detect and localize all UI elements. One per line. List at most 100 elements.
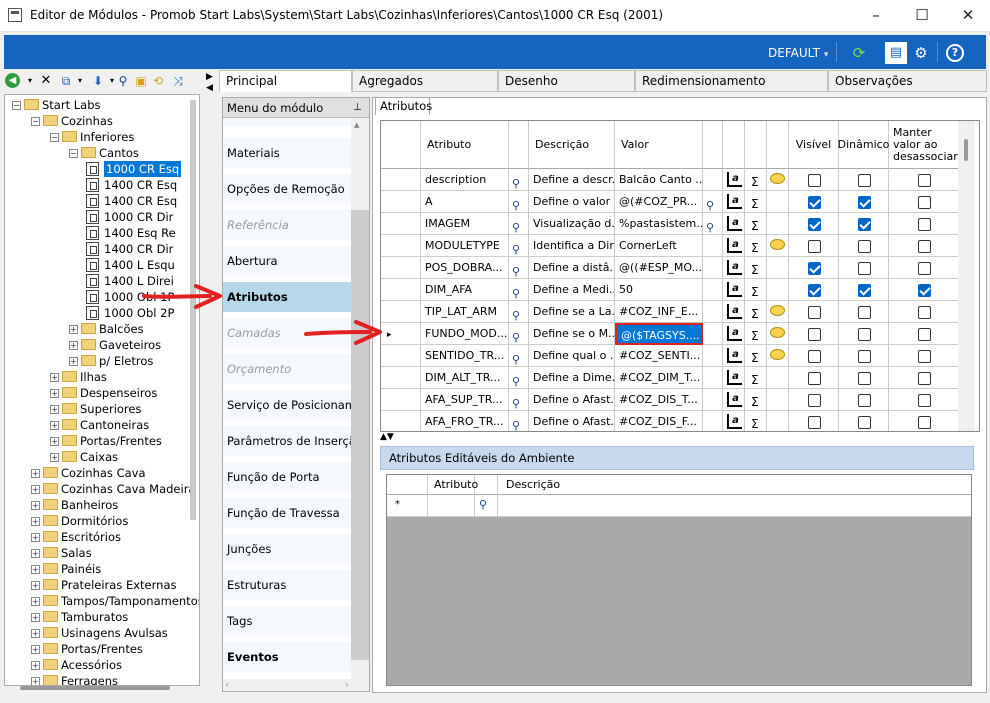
col-dinamico[interactable]: Dinâmico bbox=[838, 121, 889, 169]
attribute-name-cell[interactable]: A bbox=[421, 191, 509, 213]
visible-cell[interactable] bbox=[789, 235, 839, 257]
folder-refresh-icon[interactable]: ⟲ bbox=[150, 73, 166, 89]
binoculars-icon[interactable]: ⚲ bbox=[706, 195, 714, 213]
refresh-icon[interactable]: ⟳ bbox=[849, 43, 869, 63]
attribute-row[interactable]: AFA_SUP_TR... ⚲ Define o Afast... #COZ_DIS_… bbox=[381, 389, 961, 411]
dynamic-checkbox[interactable] bbox=[857, 394, 871, 407]
visible-checkbox[interactable] bbox=[807, 284, 821, 297]
sum-cell[interactable]: Σ bbox=[745, 389, 767, 411]
visible-cell[interactable] bbox=[789, 345, 839, 367]
tab-principal[interactable]: Principal bbox=[219, 70, 352, 92]
attribute-value-cell[interactable]: #COZ_DIM_T... bbox=[615, 367, 703, 389]
visible-cell[interactable] bbox=[789, 301, 839, 323]
visible-checkbox[interactable] bbox=[807, 240, 821, 253]
keep-value-checkbox[interactable] bbox=[917, 284, 931, 297]
sum-cell[interactable]: Σ bbox=[745, 279, 767, 301]
binoculars-icon[interactable]: ⚲ bbox=[512, 195, 520, 213]
panel-arrow-icon[interactable]: ▶ bbox=[206, 72, 213, 82]
formula-cell[interactable]: a bbox=[723, 213, 745, 235]
attribute-value-cell[interactable]: 50 bbox=[615, 279, 703, 301]
formula-icon[interactable]: a bbox=[727, 392, 742, 407]
visible-cell[interactable] bbox=[789, 323, 839, 345]
formula-cell[interactable]: a bbox=[723, 345, 745, 367]
row-header[interactable] bbox=[381, 345, 421, 367]
dynamic-checkbox[interactable] bbox=[857, 416, 871, 429]
visible-checkbox[interactable] bbox=[807, 372, 821, 385]
expand-icon[interactable]: + bbox=[31, 645, 40, 654]
expand-icon[interactable]: + bbox=[31, 581, 40, 590]
attribute-row[interactable]: POS_DOBRA... ⚲ Define a distâ... @((#ESP_MO… bbox=[381, 257, 961, 279]
menu-scrollbar[interactable]: ▲ bbox=[351, 118, 369, 691]
formula-icon[interactable]: a bbox=[727, 216, 742, 231]
menu-item-parametros-de-insercao[interactable]: Parâmetros de Inserção bbox=[223, 426, 351, 456]
value-search-cell[interactable] bbox=[703, 235, 723, 257]
dropdown-arrow-icon[interactable]: ▾ bbox=[22, 73, 38, 89]
keep-value-cell[interactable] bbox=[889, 213, 959, 235]
visible-cell[interactable] bbox=[789, 257, 839, 279]
col-manter[interactable]: Manter valor ao desassociar bbox=[889, 121, 959, 169]
note-cell[interactable] bbox=[767, 235, 789, 257]
attribute-value-cell[interactable]: #COZ_SENTI... bbox=[615, 345, 703, 367]
attribute-row[interactable]: AFA_FRO_TR... ⚲ Define o Afast... #COZ_DIS_… bbox=[381, 411, 961, 431]
env-new-row[interactable]: * ⚲ bbox=[387, 495, 971, 517]
dynamic-checkbox[interactable] bbox=[857, 240, 871, 253]
keep-value-checkbox[interactable] bbox=[917, 306, 931, 319]
dynamic-cell[interactable] bbox=[839, 323, 889, 345]
expand-icon[interactable]: + bbox=[31, 597, 40, 606]
formula-cell[interactable]: a bbox=[723, 411, 745, 431]
attribute-row[interactable]: A⚲Define o valor ...@(#COZ_PR...⚲aΣ bbox=[381, 191, 961, 213]
attribute-value-cell[interactable]: #COZ_DIS_T... bbox=[615, 389, 703, 411]
menu-item-estruturas[interactable]: Estruturas bbox=[223, 570, 351, 600]
attribute-description-cell[interactable]: Define se a La... bbox=[529, 301, 615, 323]
dynamic-cell[interactable] bbox=[839, 389, 889, 411]
dynamic-cell[interactable] bbox=[839, 257, 889, 279]
attribute-description-cell[interactable]: Define o Afast... bbox=[529, 389, 615, 411]
value-search-cell[interactable]: ⚲ bbox=[703, 191, 723, 213]
menu-item-atributos[interactable]: Atributos bbox=[223, 282, 351, 312]
expand-icon[interactable]: + bbox=[50, 437, 59, 446]
attribute-name-cell[interactable]: DIM_ALT_TR... bbox=[421, 367, 509, 389]
sigma-icon[interactable]: Σ bbox=[751, 326, 759, 345]
value-search-cell[interactable] bbox=[703, 169, 723, 191]
settings-gear-icon[interactable]: ⚙ bbox=[911, 43, 931, 63]
back-icon[interactable]: ◀ bbox=[5, 73, 20, 88]
dynamic-checkbox[interactable] bbox=[857, 284, 871, 297]
visible-cell[interactable] bbox=[789, 213, 839, 235]
attribute-row[interactable]: MODULETYPE ⚲ Identifica a Dir... CornerLeft… bbox=[381, 235, 961, 257]
note-cell[interactable] bbox=[767, 389, 789, 411]
tab-agregados[interactable]: Agregados bbox=[352, 70, 498, 92]
visible-checkbox[interactable] bbox=[807, 394, 821, 407]
sigma-icon[interactable]: Σ bbox=[751, 348, 759, 367]
env-col-atributo[interactable]: Atributo bbox=[427, 475, 478, 495]
keep-value-cell[interactable] bbox=[889, 257, 959, 279]
panel-arrow-icon[interactable]: ◀ bbox=[206, 83, 213, 93]
collapse-icon[interactable]: − bbox=[12, 101, 21, 110]
attribute-search-cell[interactable]: ⚲ bbox=[509, 367, 529, 389]
visible-cell[interactable] bbox=[789, 389, 839, 411]
keep-value-checkbox[interactable] bbox=[917, 174, 931, 187]
attribute-value-cell[interactable]: Balcão Canto ... bbox=[615, 169, 703, 191]
visible-checkbox[interactable] bbox=[807, 218, 821, 231]
attribute-description-cell[interactable]: Define qual o ... bbox=[529, 345, 615, 367]
col-valor[interactable]: Valor bbox=[615, 121, 703, 169]
formula-icon[interactable]: a bbox=[727, 172, 742, 187]
dynamic-checkbox[interactable] bbox=[857, 350, 871, 363]
visible-cell[interactable] bbox=[789, 169, 839, 191]
menu-hscrollbar[interactable]: ‹ › bbox=[223, 679, 351, 691]
tab-atributos[interactable]: Atributos bbox=[375, 97, 432, 115]
sum-cell[interactable]: Σ bbox=[745, 367, 767, 389]
keep-value-checkbox[interactable] bbox=[917, 416, 931, 429]
grid-scrollbar[interactable] bbox=[958, 121, 975, 431]
keep-value-checkbox[interactable] bbox=[917, 240, 931, 253]
sum-cell[interactable]: Σ bbox=[745, 411, 767, 431]
attribute-name-cell[interactable]: SENTIDO_TR... bbox=[421, 345, 509, 367]
dynamic-cell[interactable] bbox=[839, 169, 889, 191]
attribute-search-cell[interactable]: ⚲ bbox=[509, 345, 529, 367]
keep-value-cell[interactable] bbox=[889, 169, 959, 191]
tab-desenho[interactable]: Desenho bbox=[498, 70, 635, 92]
formula-cell[interactable]: a bbox=[723, 389, 745, 411]
attribute-name-cell[interactable]: TIP_LAT_ARM bbox=[421, 301, 509, 323]
expand-icon[interactable]: + bbox=[50, 453, 59, 462]
attribute-value-cell[interactable]: @(#COZ_PR... bbox=[615, 191, 703, 213]
menu-item-juncoes[interactable]: Junções bbox=[223, 534, 351, 564]
